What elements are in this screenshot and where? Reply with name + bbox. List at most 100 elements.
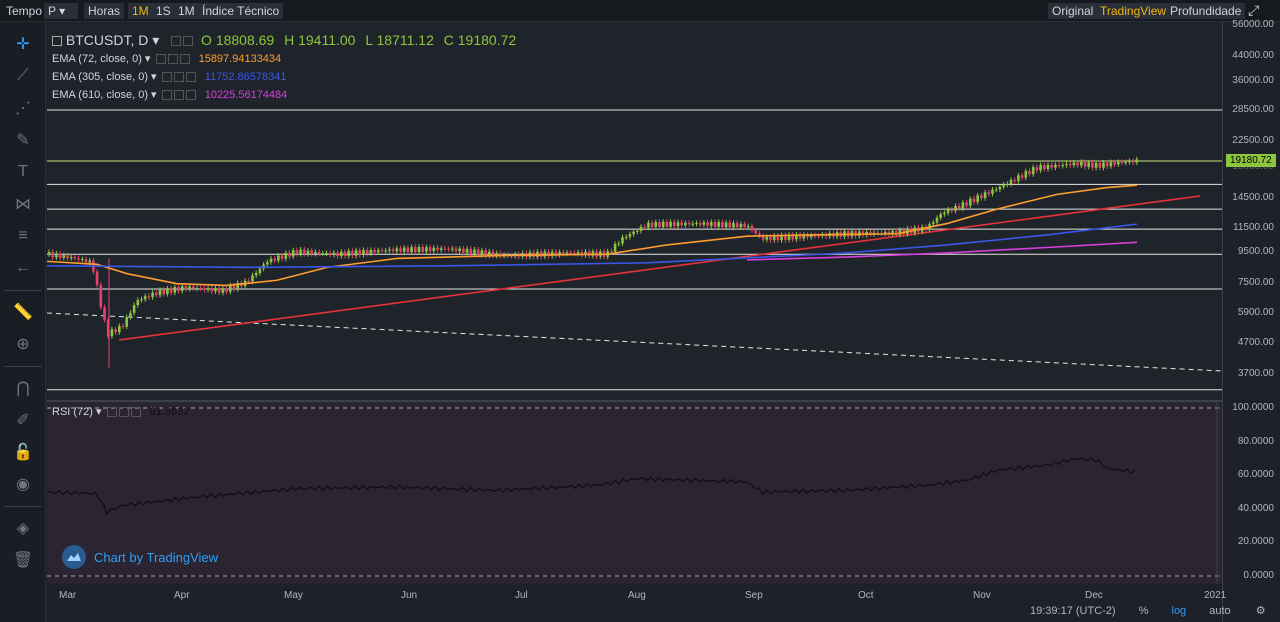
candle-body	[961, 202, 965, 209]
auto-toggle[interactable]: auto	[1209, 605, 1230, 617]
candle-body	[95, 271, 99, 285]
month-label: Nov	[973, 590, 991, 601]
lock-drawing-icon[interactable]: ✐	[10, 408, 36, 432]
candle-body	[1065, 164, 1068, 166]
chart-pane[interactable]	[46, 22, 1223, 584]
candle-body	[943, 212, 946, 215]
candle-body	[776, 235, 780, 241]
period-select[interactable]: P ▾	[44, 3, 78, 19]
ruler-icon[interactable]: 📏	[10, 300, 36, 324]
candle-body	[965, 202, 968, 206]
rsi-tick: 80.0000	[1237, 436, 1274, 447]
lock-icon[interactable]: 🔓	[10, 440, 36, 464]
back-arrow-icon[interactable]: ←	[10, 256, 36, 280]
candle-body	[732, 222, 735, 228]
candle-body	[573, 252, 576, 254]
candle-body	[987, 192, 991, 194]
month-label: Oct	[858, 590, 874, 601]
candle-body	[1043, 165, 1046, 170]
fullscreen-icon[interactable]: ⤢	[1248, 2, 1259, 18]
technical-index-button[interactable]: Índice Técnico	[198, 3, 284, 19]
candle-body	[673, 221, 676, 227]
candle-body	[369, 249, 373, 254]
ema305-value: 11752.86578341	[204, 71, 287, 83]
percent-toggle[interactable]: %	[1139, 605, 1149, 617]
candle-body	[192, 286, 195, 289]
zoom-in-icon[interactable]: ⊕	[10, 332, 36, 356]
pattern-tool-icon[interactable]: ⋈	[10, 192, 36, 216]
candle-body	[983, 192, 987, 199]
settings-gear-icon[interactable]: ⚙	[1256, 605, 1266, 617]
candle-body	[162, 289, 165, 295]
month-label: Apr	[174, 590, 190, 601]
candle-body	[340, 251, 343, 257]
interval-1m-button[interactable]: 1M	[128, 3, 153, 19]
view-original-tab[interactable]: Original	[1048, 3, 1098, 19]
view-depth-tab[interactable]: Profundidade	[1166, 3, 1246, 19]
candle-body	[303, 249, 306, 255]
candle-body	[377, 250, 380, 253]
ema72-label[interactable]: EMA (72, close, 0)	[52, 53, 142, 65]
candle-body	[266, 262, 269, 265]
candle-body	[654, 222, 658, 227]
hours-select[interactable]: Horas ▾	[84, 3, 124, 34]
candle-body	[750, 226, 754, 231]
candle-body	[462, 248, 465, 253]
brush-icon[interactable]: ✎	[10, 128, 36, 152]
tradingview-watermark[interactable]: Chart by TradingView	[62, 545, 218, 569]
magnet-icon[interactable]: ⋂	[10, 376, 36, 400]
candle-body	[114, 329, 117, 333]
candle-body	[169, 288, 173, 293]
candle-body	[946, 209, 950, 213]
rsi-pane-bg	[47, 402, 1222, 584]
layers-icon[interactable]: ◈	[10, 516, 36, 540]
candle-body	[1020, 175, 1024, 178]
price-axis[interactable]: 56000.00 44000.00 36000.00 28500.00 2250…	[1222, 19, 1280, 622]
candle-body	[991, 189, 994, 194]
candle-body	[617, 243, 621, 245]
trash-icon[interactable]: 🗑	[10, 548, 36, 572]
ema305-label[interactable]: EMA (305, close, 0)	[52, 71, 148, 83]
candle-body	[1057, 164, 1061, 166]
candle-body	[1013, 179, 1016, 181]
view-tradingview-tab[interactable]: TradingView	[1096, 3, 1171, 19]
candle-body	[743, 223, 746, 227]
candle-body	[155, 292, 158, 296]
candle-body	[77, 258, 80, 260]
candle-body	[384, 250, 387, 252]
price-tick: 14500.00	[1232, 192, 1274, 203]
candle-body	[380, 250, 384, 252]
interval-1s-button[interactable]: 1S	[152, 3, 175, 19]
price-chart[interactable]	[46, 22, 1223, 584]
candle-body	[47, 252, 51, 255]
candle-body	[1009, 179, 1013, 184]
candle-body	[451, 248, 454, 250]
candle-body	[402, 247, 406, 252]
candle-body	[632, 231, 635, 235]
candle-body	[957, 205, 961, 209]
price-tick: 56000.00	[1232, 19, 1274, 30]
fib-tool-icon[interactable]: ⋰	[10, 96, 36, 120]
candle-body	[765, 236, 769, 240]
candle-body	[576, 252, 580, 254]
symbol-name[interactable]: BTCUSDT, D	[66, 32, 148, 48]
candle-body	[1117, 161, 1120, 165]
candle-body	[365, 249, 369, 254]
text-tool-icon[interactable]: T	[10, 160, 36, 184]
measure-tool-icon[interactable]: ≡	[10, 224, 36, 248]
ema610-label[interactable]: EMA (610, close, 0)	[52, 89, 148, 101]
candle-body	[1083, 161, 1087, 167]
interval-1month-button[interactable]: 1M	[174, 3, 199, 19]
candle-body	[317, 251, 321, 254]
candle-body	[1124, 162, 1127, 164]
trend-line-icon[interactable]: ⟋	[10, 64, 36, 88]
candle-body	[410, 247, 413, 253]
candle-body	[325, 252, 328, 254]
log-toggle[interactable]: log	[1172, 605, 1187, 617]
crosshair-icon[interactable]: ✛	[10, 32, 36, 56]
candle-body	[1098, 163, 1102, 168]
rsi-label[interactable]: RSI (72)	[52, 406, 93, 418]
visibility-icon[interactable]: ◉	[10, 472, 36, 496]
candle-body	[695, 223, 698, 225]
candle-body	[58, 253, 62, 258]
